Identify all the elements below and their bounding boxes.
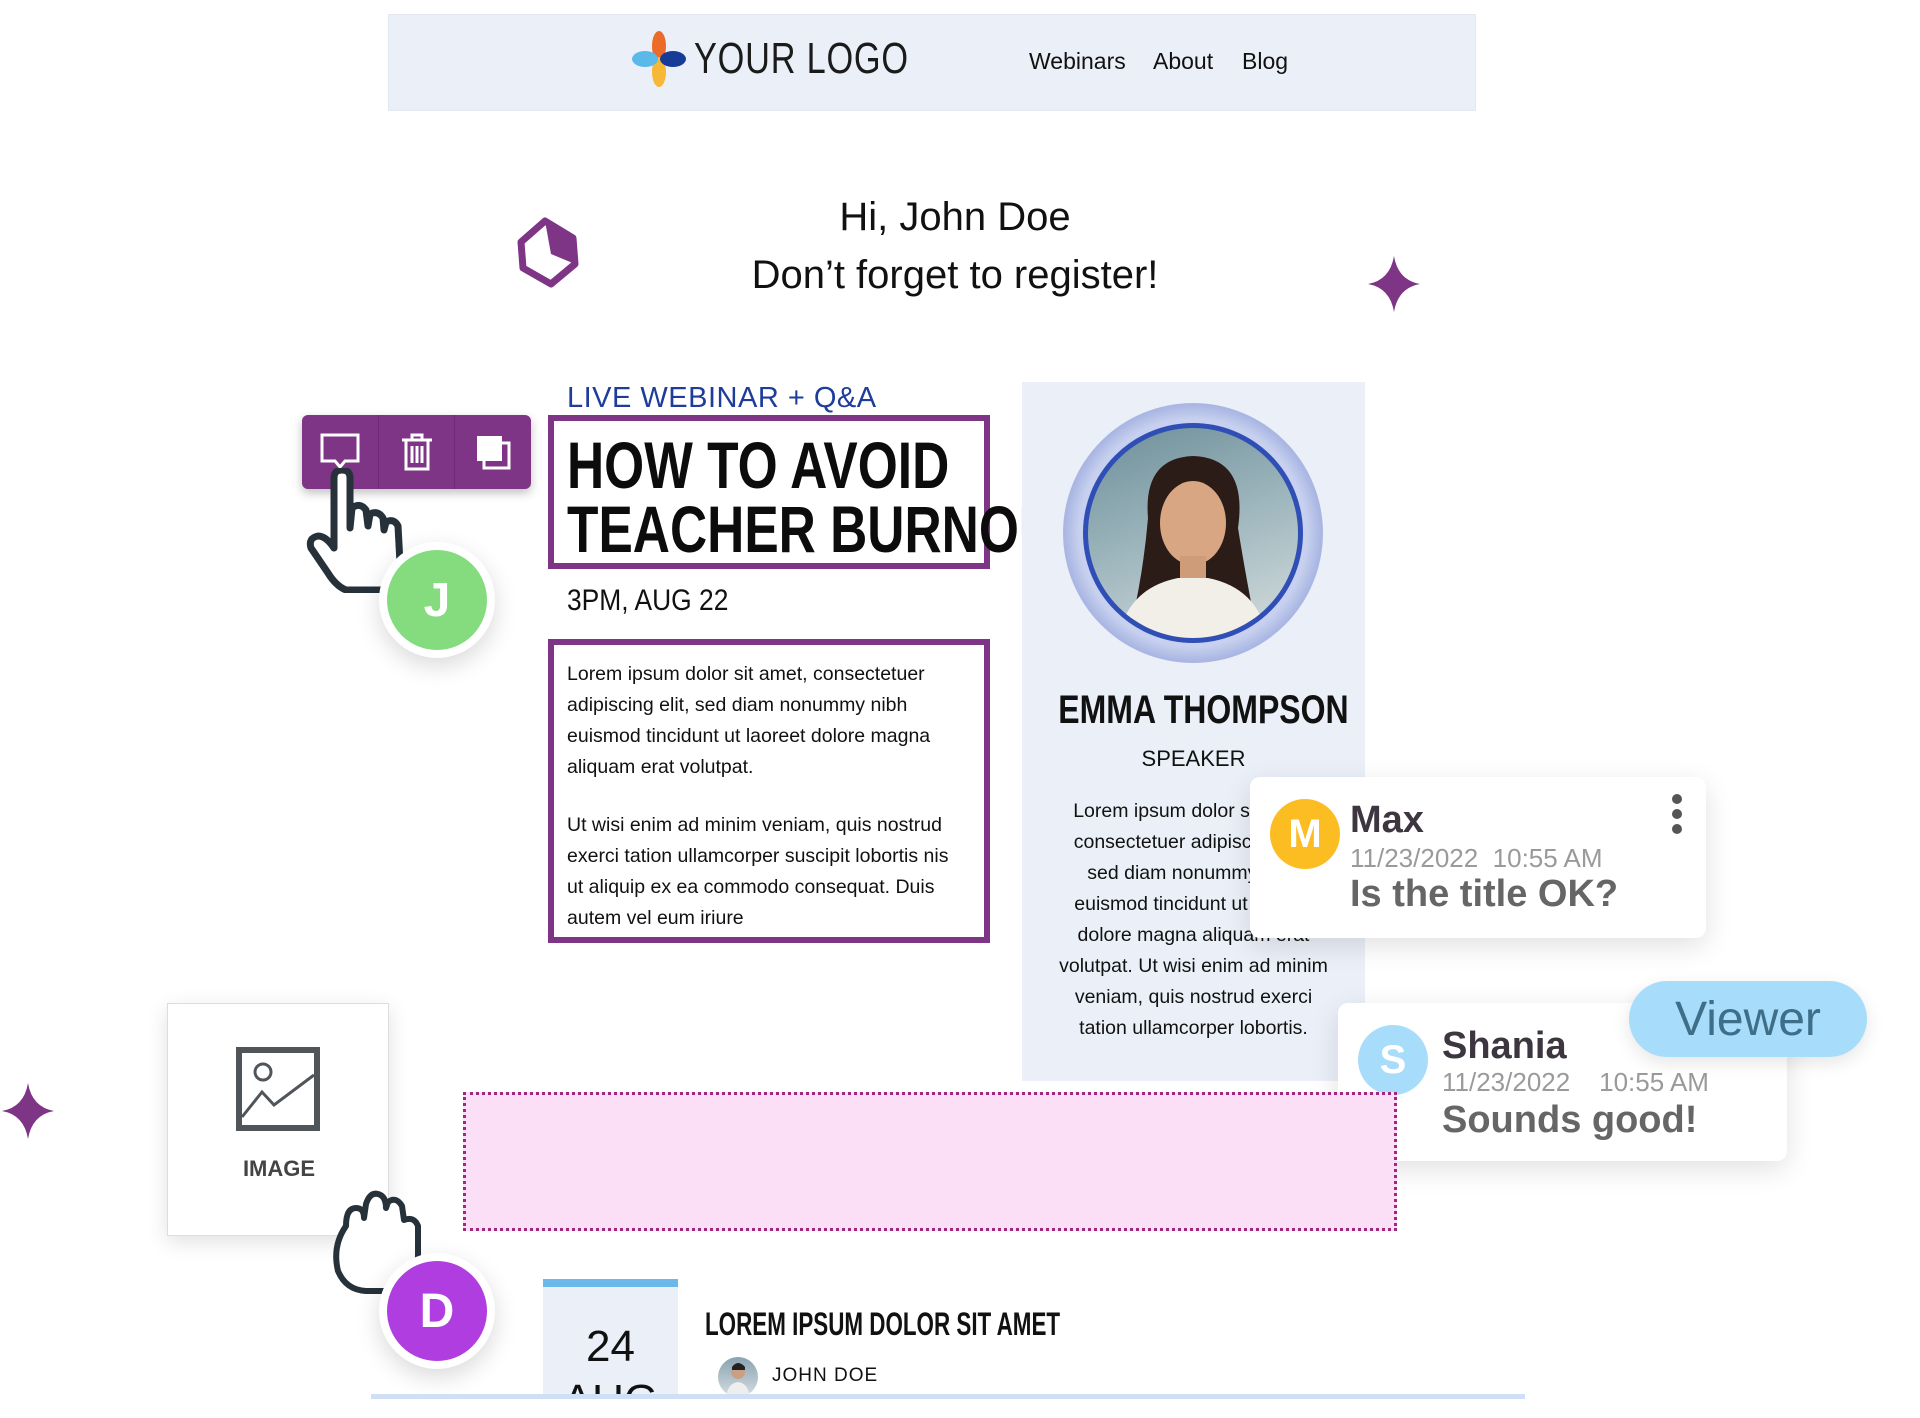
collaborator-avatar-j: J [379, 542, 495, 658]
collaborator-avatar-d: D [379, 1253, 495, 1369]
comment-timestamp: 11/23/2022 10:55 AM [1442, 1067, 1709, 1097]
drop-zone[interactable] [463, 1092, 1397, 1231]
paragraph-2: Ut wisi enim ad minim veniam, quis nostr… [567, 814, 949, 929]
paragraph-1: Lorem ipsum dolor sit amet, consectetuer… [567, 663, 931, 778]
nav-about[interactable]: About [1153, 48, 1213, 75]
webinar-title-line-1: HOW TO AVOID [567, 428, 950, 502]
speaker-photo [1083, 423, 1303, 643]
webinar-datetime: 3PM, AUG 22 [567, 584, 729, 617]
comment-message: Sounds good! [1442, 1099, 1698, 1141]
image-icon [236, 1047, 320, 1131]
logo-text: YOUR LOGO [694, 34, 909, 83]
webinar-tag: LIVE WEBINAR + Q&A [567, 382, 877, 414]
greeting-name: Hi, John Doe [839, 195, 1071, 239]
commenter-avatar: M [1270, 799, 1340, 869]
duplicate-icon [477, 436, 511, 470]
commenter-avatar: S [1358, 1025, 1428, 1095]
logo-icon [632, 31, 686, 87]
event-title[interactable]: LOREM IPSUM DOLOR SIT AMET [705, 1306, 1212, 1343]
commenter-name: Max [1350, 799, 1424, 841]
nav-webinars[interactable]: Webinars [1029, 48, 1126, 75]
comment-message: Is the title OK? [1350, 873, 1619, 915]
author-avatar [718, 1357, 758, 1397]
greeting-message: Don’t forget to register! [751, 253, 1159, 297]
nav-blog[interactable]: Blog [1242, 48, 1288, 75]
sparkle-icon [2, 1083, 54, 1139]
event-day: 24 [586, 1322, 635, 1371]
speaker-role: SPEAKER [1141, 746, 1246, 771]
webinar-description-block[interactable]: Lorem ipsum dolor sit amet, consectetuer… [548, 639, 990, 943]
role-badge-viewer: Viewer [1629, 981, 1867, 1057]
comment-timestamp: 11/23/2022 10:55 AM [1350, 843, 1603, 873]
divider [371, 1394, 1525, 1399]
comment-card-max[interactable]: M Max 11/23/2022 10:55 AM Is the title O… [1250, 777, 1706, 938]
comment-icon [320, 433, 360, 470]
trash-icon [401, 433, 432, 471]
more-options-icon[interactable] [1670, 793, 1684, 837]
event-date-box: 24 AUG [543, 1279, 678, 1397]
event-author: JOHN DOE [772, 1365, 879, 1386]
duplicate-button[interactable] [455, 415, 531, 489]
commenter-name: Shania [1442, 1025, 1567, 1067]
speaker-name: EMMA THOMPSON [1058, 688, 1349, 732]
image-block-label: IMAGE [242, 1156, 316, 1181]
